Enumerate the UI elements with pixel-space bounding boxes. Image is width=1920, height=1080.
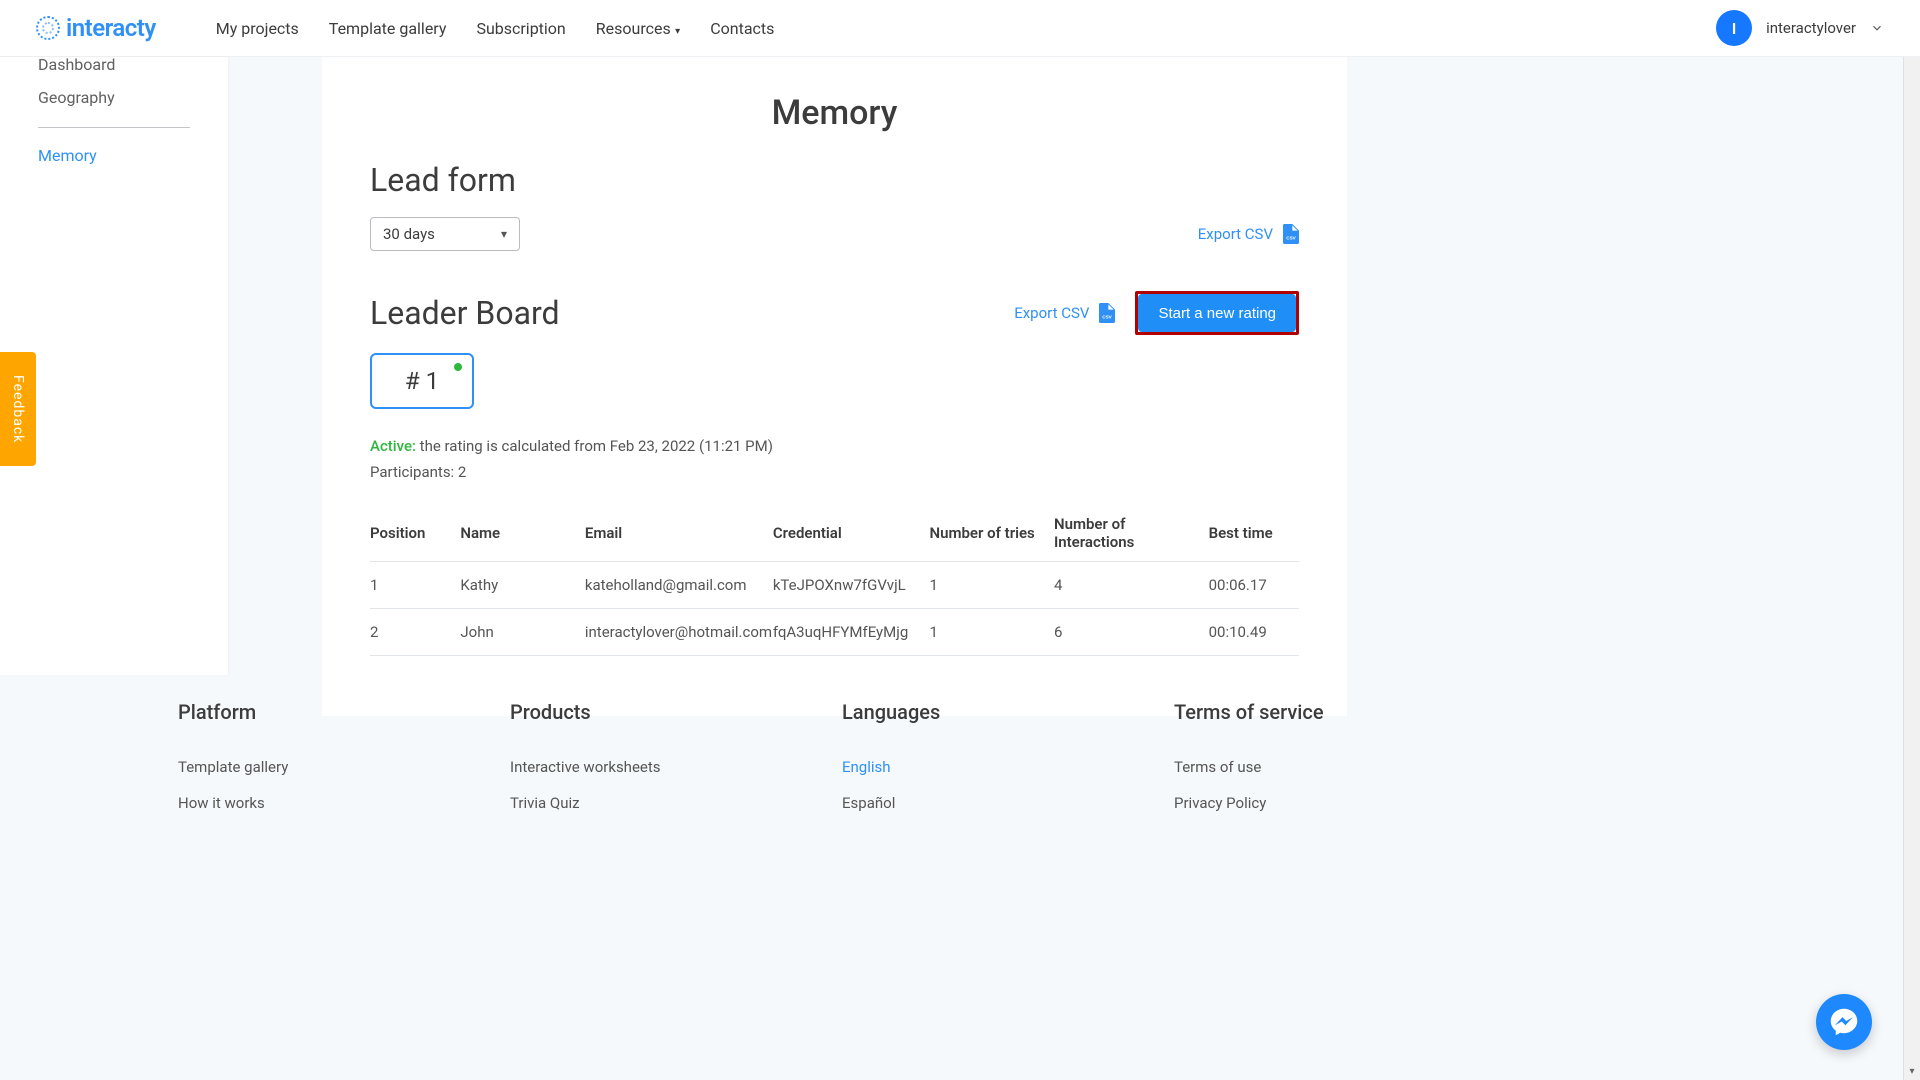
cell-email: kateholland@gmail.com: [585, 562, 773, 609]
svg-text:CSV: CSV: [1286, 235, 1296, 240]
top-nav: interacty My projects Template gallery S…: [0, 0, 1920, 57]
footer-products: Products Interactive worksheets Trivia Q…: [510, 700, 750, 830]
start-rating-highlight: Start a new rating: [1135, 291, 1299, 335]
csv-file-icon: CSV: [1283, 224, 1299, 244]
nav-my-projects[interactable]: My projects: [216, 19, 299, 38]
caret-down-icon: ▾: [501, 227, 507, 241]
logo[interactable]: interacty: [36, 14, 156, 42]
active-dot-icon: [454, 363, 462, 371]
page-title: Memory: [370, 93, 1299, 133]
user-menu[interactable]: I interactylover: [1716, 10, 1884, 46]
cell-interactions: 4: [1054, 562, 1209, 609]
cell-name: Kathy: [460, 562, 585, 609]
leaderboard-table: Position Name Email Credential Number of…: [370, 505, 1299, 656]
messenger-button[interactable]: [1816, 994, 1872, 1050]
avatar: I: [1716, 10, 1752, 46]
nav-subscription[interactable]: Subscription: [476, 19, 565, 38]
footer-products-title: Products: [510, 700, 750, 724]
period-select[interactable]: 30 days ▾: [370, 217, 520, 251]
sidebar-item-dashboard[interactable]: Dashboard: [38, 55, 190, 88]
th-name: Name: [460, 505, 585, 562]
csv-file-icon: CSV: [1099, 303, 1115, 323]
footer-link-english[interactable]: English: [842, 758, 1082, 776]
logo-icon: [36, 16, 60, 40]
th-position: Position: [370, 505, 460, 562]
scrollbar[interactable]: ▴ ▾: [1903, 0, 1920, 1080]
status-text: the rating is calculated from Feb 23, 20…: [416, 437, 773, 455]
nav-resources[interactable]: Resources ▾: [596, 19, 680, 38]
username: interactylover: [1766, 19, 1856, 37]
footer-languages-title: Languages: [842, 700, 1082, 724]
footer-link-worksheets[interactable]: Interactive worksheets: [510, 758, 750, 776]
cell-best-time: 00:10.49: [1209, 609, 1299, 656]
participants-count: Participants: 2: [370, 463, 1299, 481]
cell-best-time: 00:06.17: [1209, 562, 1299, 609]
cell-tries: 1: [929, 562, 1054, 609]
sidebar-item-memory[interactable]: Memory: [38, 146, 190, 179]
messenger-icon: [1830, 1008, 1858, 1036]
rating-number: # 1: [405, 367, 439, 395]
cell-email: interactylover@hotmail.com: [585, 609, 773, 656]
start-new-rating-button[interactable]: Start a new rating: [1138, 294, 1296, 332]
footer-link-how-it-works[interactable]: How it works: [178, 794, 418, 812]
footer-link-template-gallery[interactable]: Template gallery: [178, 758, 418, 776]
footer-platform: Platform Template gallery How it works: [178, 700, 418, 830]
footer-terms-title: Terms of service: [1174, 700, 1414, 724]
th-credential: Credential: [773, 505, 930, 562]
lead-form-title: Lead form: [370, 161, 1299, 199]
footer-link-privacy[interactable]: Privacy Policy: [1174, 794, 1414, 812]
nav-contacts[interactable]: Contacts: [710, 19, 774, 38]
footer-link-trivia[interactable]: Trivia Quiz: [510, 794, 750, 812]
scroll-down-icon[interactable]: ▾: [1909, 1063, 1914, 1080]
th-best-time: Best time: [1209, 505, 1299, 562]
th-email: Email: [585, 505, 773, 562]
footer-terms: Terms of service Terms of use Privacy Po…: [1174, 700, 1414, 830]
cell-position: 2: [370, 609, 460, 656]
export-csv-leadform[interactable]: Export CSV CSV: [1198, 224, 1299, 244]
status-active-label: Active:: [370, 437, 416, 455]
svg-text:CSV: CSV: [1103, 314, 1113, 319]
nav-links: My projects Template gallery Subscriptio…: [216, 19, 775, 38]
period-value: 30 days: [383, 225, 435, 243]
export-csv-label: Export CSV: [1198, 225, 1273, 243]
export-csv-leaderboard[interactable]: Export CSV CSV: [1014, 303, 1115, 323]
table-header-row: Position Name Email Credential Number of…: [370, 505, 1299, 562]
table-row: 1 Kathy kateholland@gmail.com kTeJPOXnw7…: [370, 562, 1299, 609]
cell-name: John: [460, 609, 585, 656]
cell-credential: fqA3uqHFYMfEyMjg: [773, 609, 930, 656]
leader-board-title: Leader Board: [370, 294, 560, 332]
chevron-down-icon: [1870, 21, 1884, 35]
caret-down-icon: ▾: [673, 26, 681, 37]
footer-link-espanol[interactable]: Español: [842, 794, 1082, 812]
sidebar-item-geography[interactable]: Geography: [38, 88, 190, 121]
cell-position: 1: [370, 562, 460, 609]
footer-link-terms-of-use[interactable]: Terms of use: [1174, 758, 1414, 776]
brand-name: interacty: [66, 14, 156, 42]
footer-platform-title: Platform: [178, 700, 418, 724]
rating-chip[interactable]: # 1: [370, 353, 474, 409]
th-tries: Number of tries: [929, 505, 1054, 562]
status-line: Active: the rating is calculated from Fe…: [370, 437, 1299, 455]
cell-tries: 1: [929, 609, 1054, 656]
feedback-tab[interactable]: Feedback: [0, 352, 36, 466]
main-panel: Memory Lead form 30 days ▾ Export CSV CS…: [322, 57, 1347, 716]
nav-template-gallery[interactable]: Template gallery: [329, 19, 447, 38]
table-row: 2 John interactylover@hotmail.com fqA3uq…: [370, 609, 1299, 656]
cell-interactions: 6: [1054, 609, 1209, 656]
leader-board-header: Leader Board Export CSV CSV Start a new …: [370, 291, 1299, 335]
footer: Platform Template gallery How it works P…: [178, 700, 1278, 830]
export-csv-label: Export CSV: [1014, 304, 1089, 322]
lead-form-controls: 30 days ▾ Export CSV CSV: [370, 217, 1299, 251]
sidebar-divider: [38, 127, 190, 128]
th-interactions: Number of Interactions: [1054, 505, 1209, 562]
leader-board-actions: Export CSV CSV Start a new rating: [1014, 291, 1299, 335]
cell-credential: kTeJPOXnw7fGVvjL: [773, 562, 930, 609]
footer-languages: Languages English Español: [842, 700, 1082, 830]
